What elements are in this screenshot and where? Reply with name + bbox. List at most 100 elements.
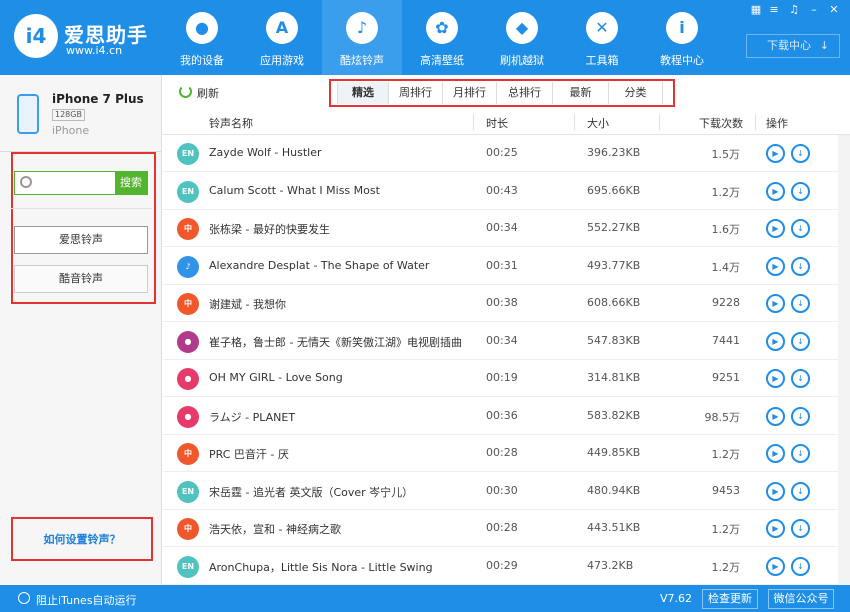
nav-flash-jailbreak[interactable]: ◆ 刷机越狱 xyxy=(482,0,562,75)
nav-apps-games[interactable]: A 应用游戏 xyxy=(242,0,322,75)
table-row[interactable]: 中张栋梁 - 最好的快要发生 00:34 552.27KB 1.6万 ▶ ↓ xyxy=(163,210,850,247)
play-icon[interactable]: ▶ xyxy=(766,369,785,388)
device-name: iPhone 7 Plus xyxy=(52,92,144,106)
col-ops: 操作 xyxy=(766,117,788,130)
tab-monthly[interactable]: 月排行 xyxy=(443,82,497,104)
nav-tutorials[interactable]: i 教程中心 xyxy=(642,0,722,75)
refresh-button[interactable]: 刷新 xyxy=(197,85,219,101)
col-size[interactable]: 大小 xyxy=(587,115,609,131)
app-header: i4 爱思助手 www.i4.cn ● 我的设备 A 应用游戏 ♪ 酷炫铃声 ✿… xyxy=(0,0,850,75)
tab-newest[interactable]: 最新 xyxy=(553,82,609,104)
skin-icon[interactable]: ▦ xyxy=(748,3,764,17)
col-downloads[interactable]: 下载次数 xyxy=(699,115,743,131)
download-icon[interactable]: ↓ xyxy=(791,219,810,238)
ringtone-size: 608.66KB xyxy=(587,296,641,309)
download-icon[interactable]: ↓ xyxy=(791,481,810,501)
play-icon[interactable]: ▶ xyxy=(766,256,785,276)
table-row[interactable]: EN AronChupa，Little Sis Nora - Little Swi… xyxy=(163,547,850,585)
itunes-autorun-toggle[interactable]: 阻止iTunes自动运行 xyxy=(36,592,137,608)
ringtone-duration: 00:25 xyxy=(486,146,518,159)
status-bar: 阻止iTunes自动运行 V7.62 检查更新 微信公众号 xyxy=(0,585,850,612)
check-update-button[interactable]: 检查更新 xyxy=(702,589,758,609)
play-icon[interactable]: ▶ xyxy=(766,219,785,238)
kuyin-ringtones-button[interactable]: 酷音铃声 xyxy=(14,265,148,293)
ringtone-name: AronChupa，Little Sis Nora - Little Swing xyxy=(209,560,433,574)
table-row[interactable]: ● OH MY GIRL - Love Song 00:19 314.81KB 9251… xyxy=(163,360,850,397)
minimize-icon[interactable]: – xyxy=(806,3,822,17)
play-icon[interactable]: ▶ xyxy=(766,481,785,501)
ringtone-size: 493.77KB xyxy=(587,258,641,272)
download-icon[interactable]: ↓ xyxy=(791,256,810,276)
play-icon[interactable]: ▶ xyxy=(766,331,785,351)
ringtone-size: 552.27KB xyxy=(587,221,641,234)
scrollbar[interactable] xyxy=(838,135,850,585)
search-button[interactable]: 搜索 xyxy=(115,172,147,194)
table-row[interactable]: ♪ Alexandre Desplat - The Shape of Water 0… xyxy=(163,247,850,285)
nav-toolbox[interactable]: ✕ 工具箱 xyxy=(562,0,642,75)
download-icon[interactable]: ↓ xyxy=(791,369,810,388)
download-icon[interactable]: ↓ xyxy=(791,144,810,163)
play-icon[interactable]: ▶ xyxy=(766,444,785,463)
table-row[interactable]: 中 PRC 巴音汗 - 厌 00:28 449.85KB 1.2万 ▶ ↓ xyxy=(163,435,850,472)
ringtone-downloads: 7441 xyxy=(712,333,740,347)
toolbar: 刷新 精选 周排行 月排行 总排行 最新 分类 xyxy=(163,75,850,109)
nav-my-device[interactable]: ● 我的设备 xyxy=(162,0,242,75)
col-name[interactable]: 铃声名称 xyxy=(209,115,253,131)
table-row[interactable]: ● ラムジ - PLANET 00:36 583.82KB 98.5万 ▶ ↓ xyxy=(163,397,850,435)
tab-category[interactable]: 分类 xyxy=(609,82,663,104)
col-duration[interactable]: 时长 xyxy=(486,115,508,131)
table-row[interactable]: 中浩天依，宣和 - 神经病之歌 00:28 443.51KB 1.2万 ▶ ↓ xyxy=(163,510,850,547)
play-icon[interactable]: ▶ xyxy=(766,181,785,201)
ringtone-downloads: 1.4万 xyxy=(711,260,741,274)
how-to-set-ringtone-link[interactable]: 如何设置铃声？ xyxy=(14,521,150,559)
language-badge-icon: EN xyxy=(177,180,199,203)
download-center-button[interactable]: 下载中心 ↓ xyxy=(746,34,840,58)
refresh-icon[interactable] xyxy=(179,85,192,98)
ringtone-size: 547.83KB xyxy=(587,333,641,347)
download-icon[interactable]: ↓ xyxy=(791,556,810,576)
close-icon[interactable]: ✕ xyxy=(826,3,842,17)
ringtone-size: 443.51KB xyxy=(587,521,641,534)
tab-weekly[interactable]: 周排行 xyxy=(389,82,443,104)
download-icon[interactable]: ↓ xyxy=(791,181,810,201)
nav-ringtones[interactable]: ♪ 酷炫铃声 xyxy=(322,0,402,75)
table-row[interactable]: ● 崔子格，鲁士郎 - 无情天《新笑傲江湖》电视剧插曲 00:34 547.83KB 7… xyxy=(163,322,850,360)
table-row[interactable]: 中谢建斌 - 我想你 00:38 608.66KB 9228 ▶ ↓ xyxy=(163,285,850,322)
tab-all-time[interactable]: 总排行 xyxy=(497,82,553,104)
bell-icon: ♪ xyxy=(346,12,378,44)
play-icon[interactable]: ▶ xyxy=(766,294,785,313)
search-box: 搜索 xyxy=(14,171,148,195)
table-row[interactable]: EN Calum Scott - What I Miss Most 00:43 695… xyxy=(163,172,850,210)
ringtone-downloads: 9453 xyxy=(712,483,740,497)
play-icon[interactable]: ▶ xyxy=(766,406,785,426)
play-icon[interactable]: ▶ xyxy=(766,556,785,576)
ringtone-name: ラムジ - PLANET xyxy=(209,410,296,424)
menu-icon[interactable]: ≡ xyxy=(766,3,782,17)
play-icon[interactable]: ▶ xyxy=(766,519,785,538)
toggle-icon[interactable] xyxy=(18,592,30,604)
tab-featured[interactable]: 精选 xyxy=(337,82,389,104)
download-icon[interactable]: ↓ xyxy=(791,406,810,426)
i4-ringtones-button[interactable]: 爱思铃声 xyxy=(14,226,148,254)
language-badge-icon: ● xyxy=(177,405,199,428)
language-badge-icon: ● xyxy=(177,368,199,390)
sidebar: iPhone 7 Plus 128GB iPhone 搜索 爱思铃声 酷音铃声 … xyxy=(0,75,162,585)
table-row[interactable]: EN Zayde Wolf - Hustler 00:25 396.23KB 1.5万 ▶… xyxy=(163,135,850,172)
ringtone-size: 473.2KB xyxy=(587,558,634,572)
ringtone-downloads: 9228 xyxy=(712,296,740,309)
wechat-button[interactable]: 微信公众号 xyxy=(768,589,834,609)
download-icon[interactable]: ↓ xyxy=(791,294,810,313)
download-arrow-icon: ↓ xyxy=(819,39,829,52)
nav-wallpapers[interactable]: ✿ 高清壁纸 xyxy=(402,0,482,75)
download-icon[interactable]: ↓ xyxy=(791,331,810,351)
play-icon[interactable]: ▶ xyxy=(766,144,785,163)
language-badge-icon: EN xyxy=(177,480,199,503)
ringtone-duration: 00:29 xyxy=(486,558,518,572)
search-input[interactable] xyxy=(37,173,115,193)
divider xyxy=(755,114,756,130)
download-icon[interactable]: ↓ xyxy=(791,519,810,538)
ringtone-tabs: 精选 周排行 月排行 总排行 最新 分类 xyxy=(333,82,673,104)
bell-notify-icon[interactable]: ♫ xyxy=(786,3,802,17)
download-icon[interactable]: ↓ xyxy=(791,444,810,463)
table-row[interactable]: EN 宋岳霆 - 追光者 英文版（Cover 岑宁儿） 00:30 480.94KB 9… xyxy=(163,472,850,510)
